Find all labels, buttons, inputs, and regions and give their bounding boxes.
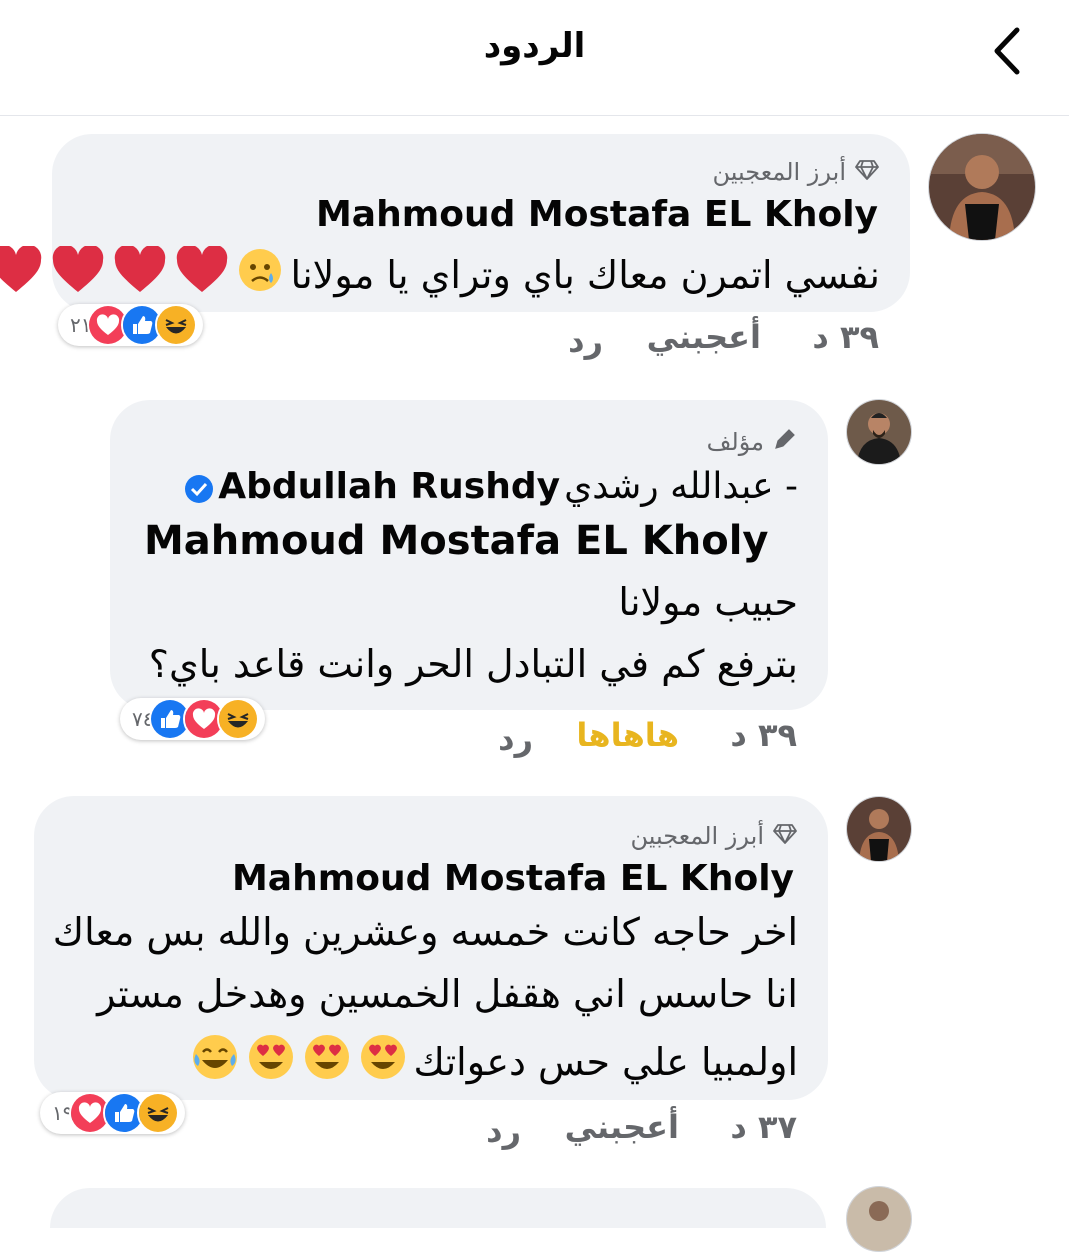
diamond-icon xyxy=(772,820,798,852)
comment-time: ٣٩ د xyxy=(812,318,879,356)
comment-author[interactable]: Mahmoud Mostafa EL Kholy xyxy=(232,858,794,899)
comment-bubble[interactable]: مؤلف Abdullah Rushdy عبدالله رشدي - Mahm… xyxy=(110,400,828,710)
like-link[interactable]: أعجبني xyxy=(647,318,761,356)
badge-label: أبرز المعجبين xyxy=(712,158,847,186)
comment-bubble[interactable] xyxy=(50,1188,826,1228)
badge-label: أبرز المعجبين xyxy=(630,822,765,850)
avatar[interactable] xyxy=(846,1186,912,1252)
heart-eyes-emoji xyxy=(358,1032,408,1091)
comment-time: ٣٧ د xyxy=(730,1108,797,1146)
heart-emoji xyxy=(175,244,229,303)
avatar[interactable] xyxy=(846,796,912,862)
like-link[interactable]: أعجبني xyxy=(565,1108,679,1146)
mention-link[interactable]: Mahmoud Mostafa EL Kholy xyxy=(144,518,768,564)
reaction-summary[interactable]: ٧٤ xyxy=(120,698,266,740)
author-name-ar: عبدالله رشدي - xyxy=(564,466,798,507)
comment-text: نفسي اتمرن معاك باي وتراي يا مولانا xyxy=(290,252,880,297)
heart-emoji xyxy=(51,244,105,303)
tears-of-joy-emoji xyxy=(190,1032,240,1091)
haha-reaction-icon xyxy=(137,1092,180,1134)
haha-reaction-link[interactable]: هاهاها xyxy=(576,716,679,754)
reaction-summary[interactable]: ٢١ xyxy=(58,304,204,346)
reply-link[interactable]: رد xyxy=(498,720,533,758)
reply-link[interactable]: رد xyxy=(568,322,603,360)
haha-reaction-icon xyxy=(217,698,260,740)
reply-link[interactable]: رد xyxy=(486,1112,521,1150)
comment-bubble[interactable]: أبرز المعجبين Mahmoud Mostafa EL Kholy ا… xyxy=(34,796,828,1100)
avatar[interactable] xyxy=(928,133,1036,241)
comment-text-line: بترفع كم في التبادل الحر وانت قاعد باي؟ xyxy=(148,642,798,686)
top-fan-badge: أبرز المعجبين xyxy=(631,820,799,852)
sad-face-emoji xyxy=(237,247,283,302)
heart-emoji xyxy=(0,244,43,303)
comment-text-row: نفسي اتمرن معاك باي وتراي يا مولانا xyxy=(0,244,880,303)
avatar[interactable] xyxy=(846,399,912,465)
comment-author[interactable]: Abdullah Rushdy عبدالله رشدي - xyxy=(184,466,798,507)
author-badge: مؤلف xyxy=(707,426,798,458)
comment-bubble[interactable]: أبرز المعجبين Mahmoud Mostafa EL Kholy ن… xyxy=(0,134,910,312)
haha-reaction-icon xyxy=(155,304,198,346)
verified-badge-icon xyxy=(184,472,214,503)
comment-text-line: اولمبيا علي حس دعواتك xyxy=(413,1039,798,1084)
pencil-icon xyxy=(772,426,798,458)
diamond-icon xyxy=(854,156,880,188)
heart-emoji xyxy=(113,244,167,303)
comment-time: ٣٩ د xyxy=(730,716,797,754)
header-bar: الردود xyxy=(0,0,1069,116)
comment-text-line: اخر حاجه كانت خمسه وعشرين والله بس معاك xyxy=(52,910,798,954)
heart-eyes-emoji xyxy=(246,1032,296,1091)
heart-eyes-emoji xyxy=(302,1032,352,1091)
comment-text-row: اولمبيا علي حس دعواتك xyxy=(190,1032,798,1091)
page-title: الردود xyxy=(483,26,586,66)
badge-label: مؤلف xyxy=(706,428,764,456)
chevron-left-icon[interactable] xyxy=(985,22,1033,80)
reaction-summary[interactable]: ١٩ xyxy=(40,1092,186,1134)
comment-text-line: انا حاسس اني هقفل الخمسين وهدخل مستر xyxy=(97,972,798,1016)
comment-author[interactable]: Mahmoud Mostafa EL Kholy xyxy=(316,194,878,235)
top-fan-badge: أبرز المعجبين xyxy=(713,156,881,188)
comment-text-line: حبيب مولانا xyxy=(618,580,798,624)
author-name-en: Abdullah Rushdy xyxy=(218,466,561,507)
